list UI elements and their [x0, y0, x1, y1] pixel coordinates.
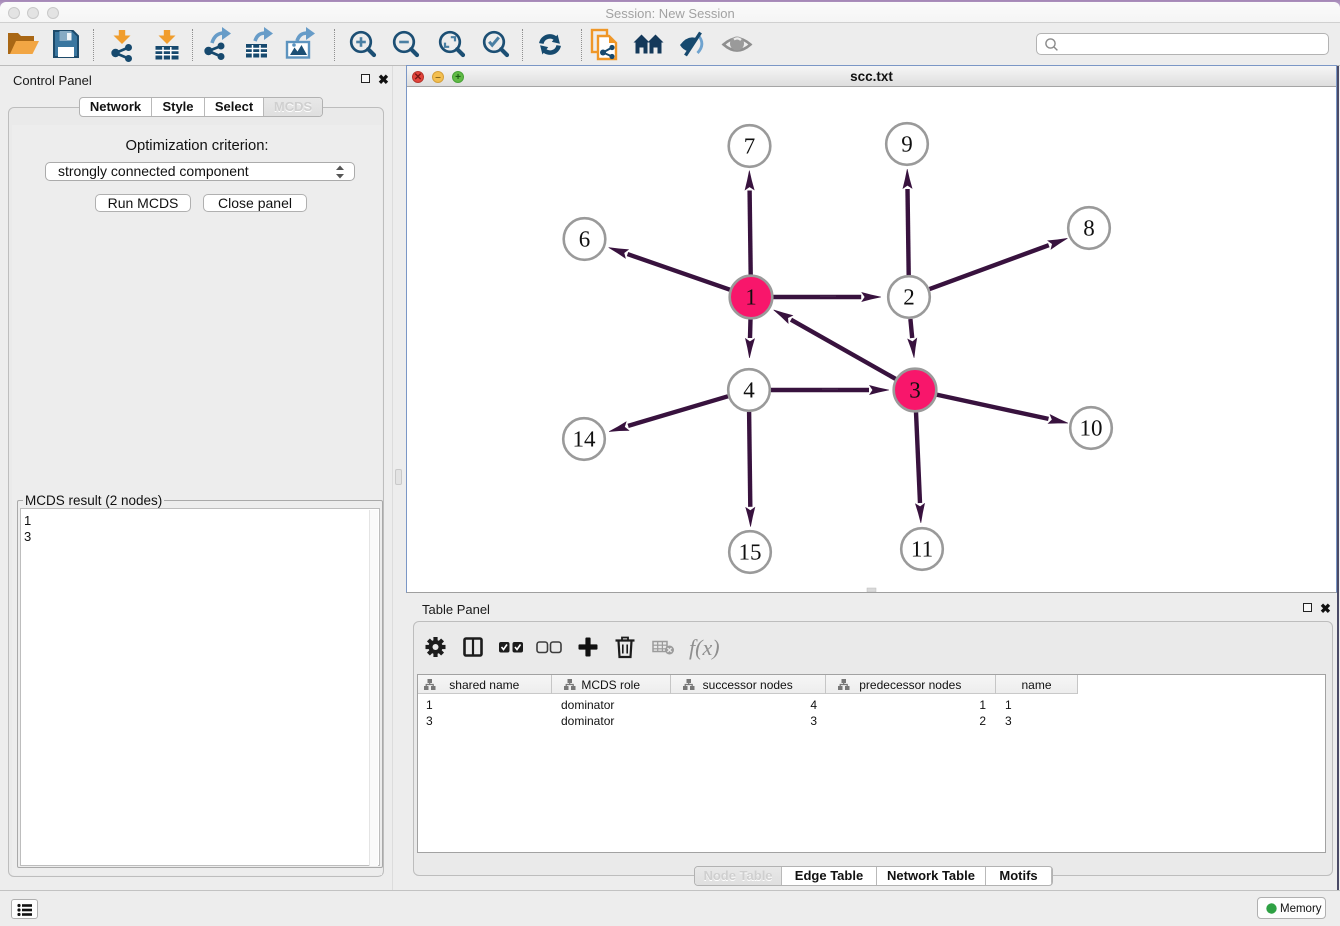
- svg-text:f(x): f(x): [689, 635, 720, 660]
- svg-text:3: 3: [909, 378, 921, 403]
- svg-text:7: 7: [744, 134, 756, 159]
- svg-text:1: 1: [745, 285, 757, 310]
- svg-text:2: 2: [903, 285, 915, 310]
- svg-text:10: 10: [1080, 416, 1103, 441]
- svg-text:6: 6: [579, 227, 591, 252]
- svg-text:8: 8: [1083, 216, 1095, 241]
- svg-text:15: 15: [739, 540, 762, 565]
- svg-text:14: 14: [573, 427, 597, 452]
- svg-text:9: 9: [901, 132, 913, 157]
- svg-text:4: 4: [743, 378, 755, 403]
- svg-text:11: 11: [911, 537, 933, 562]
